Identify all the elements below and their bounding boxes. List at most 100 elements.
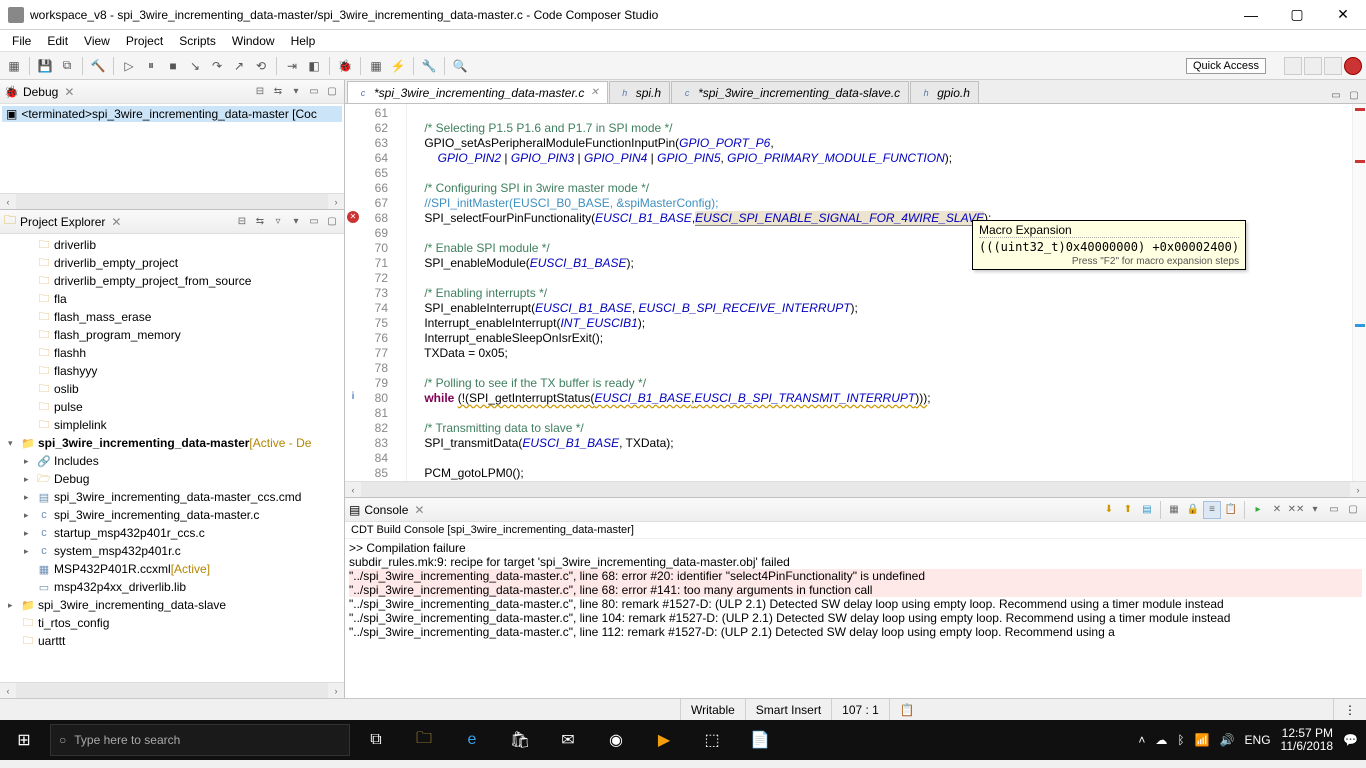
explorer-horizontal-scrollbar[interactable]: ‹ › xyxy=(0,682,344,698)
menu-view[interactable]: View xyxy=(76,32,118,50)
scroll-right-icon[interactable]: › xyxy=(328,194,344,210)
open-perspective-icon[interactable] xyxy=(1284,57,1302,75)
tree-item[interactable]: ▸cspi_3wire_incrementing_data-master.c xyxy=(0,506,344,524)
debug-icon[interactable]: 🐞 xyxy=(335,56,355,76)
ccs-edit-perspective-icon[interactable] xyxy=(1304,57,1322,75)
variables-icon[interactable]: ◧ xyxy=(304,56,324,76)
menu-help[interactable]: Help xyxy=(283,32,324,50)
word-wrap-icon[interactable]: ≡ xyxy=(1203,501,1221,519)
debug-horizontal-scrollbar[interactable]: ‹ › xyxy=(0,193,344,209)
editor-body[interactable]: 6162636465666768697071727374757677787980… xyxy=(345,104,1366,481)
filter-icon[interactable]: ▿ xyxy=(270,214,286,230)
tree-item[interactable]: ▸▤spi_3wire_incrementing_data-master_ccs… xyxy=(0,488,344,506)
status-menu-icon[interactable]: ⋮ xyxy=(1333,699,1366,720)
code-content[interactable]: /* Selecting P1.5 P1.6 and P1.7 in SPI m… xyxy=(407,104,1352,481)
energy-icon[interactable]: ⚡ xyxy=(388,56,408,76)
new-icon[interactable]: ▦ xyxy=(4,56,24,76)
minimize-button[interactable]: — xyxy=(1228,0,1274,30)
tree-item[interactable]: 🗀pulse xyxy=(0,398,344,416)
bluetooth-icon[interactable]: ᛒ xyxy=(1177,733,1184,747)
scroll-right-icon[interactable]: › xyxy=(328,683,344,698)
maximize-view-icon[interactable]: ▢ xyxy=(1344,501,1362,519)
tree-item[interactable]: 🗀uarttt xyxy=(0,632,344,650)
tab-spi-h[interactable]: hspi.h xyxy=(609,81,670,103)
wrench-icon[interactable]: 🔧 xyxy=(419,56,439,76)
tab-slave-c[interactable]: c*spi_3wire_incrementing_data-slave.c xyxy=(671,81,909,103)
maximize-button[interactable]: ▢ xyxy=(1274,0,1320,30)
tree-item[interactable]: 🗀flash_mass_erase xyxy=(0,308,344,326)
tree-item[interactable]: ▸🔗Includes xyxy=(0,452,344,470)
minimize-view-icon[interactable]: ▭ xyxy=(306,214,322,230)
scroll-right-icon[interactable]: › xyxy=(1350,482,1366,498)
collapse-all-icon[interactable]: ⊟ xyxy=(234,214,250,230)
tree-item[interactable]: 🗀driverlib_empty_project xyxy=(0,254,344,272)
error-marker[interactable] xyxy=(1355,160,1365,163)
tree-item[interactable]: ▸🗁Debug xyxy=(0,470,344,488)
build-icon[interactable]: 🔨 xyxy=(88,56,108,76)
close-button[interactable]: ✕ xyxy=(1320,0,1366,30)
tree-item[interactable]: ▸📁spi_3wire_incrementing_data-slave xyxy=(0,596,344,614)
language-indicator[interactable]: ENG xyxy=(1245,733,1271,747)
volume-icon[interactable]: 🔊 xyxy=(1220,733,1235,747)
menu-edit[interactable]: Edit xyxy=(39,32,76,50)
info-marker[interactable] xyxy=(1355,324,1365,327)
mail-icon[interactable]: ✉ xyxy=(544,720,592,760)
tree-item[interactable]: 🗀driverlib_empty_project_from_source xyxy=(0,272,344,290)
minimize-view-icon[interactable]: ▭ xyxy=(1325,501,1343,519)
overview-ruler[interactable] xyxy=(1352,104,1366,481)
tree-item[interactable]: 🗀simplelink xyxy=(0,416,344,434)
remove-launch-icon[interactable]: ✕ xyxy=(1268,501,1286,519)
search-icon[interactable]: 🔍 xyxy=(450,56,470,76)
onedrive-icon[interactable]: ☁ xyxy=(1155,733,1167,747)
remove-all-icon[interactable]: ✕✕ xyxy=(1287,501,1305,519)
maximize-view-icon[interactable]: ▢ xyxy=(324,84,340,100)
task-view-icon[interactable]: ⧉ xyxy=(352,720,400,760)
restart-icon[interactable]: ⟲ xyxy=(251,56,271,76)
taskbar-clock[interactable]: 12:57 PM 11/6/2018 xyxy=(1281,727,1334,753)
display-selected-icon[interactable]: ▤ xyxy=(1138,501,1156,519)
pause-icon[interactable]: ⏸ xyxy=(141,56,161,76)
scroll-track[interactable] xyxy=(361,482,1350,497)
editor-horizontal-scrollbar[interactable]: ‹ › xyxy=(345,481,1366,497)
close-icon[interactable]: ✕ xyxy=(64,85,74,99)
start-button[interactable]: ⊞ xyxy=(0,720,48,760)
step-over-icon[interactable]: ↷ xyxy=(207,56,227,76)
tray-up-icon[interactable]: ˄ xyxy=(1138,733,1145,747)
open-console-icon[interactable]: ▸ xyxy=(1249,501,1267,519)
scroll-track[interactable] xyxy=(16,194,328,209)
next-error-icon[interactable]: ⬆ xyxy=(1119,501,1137,519)
tab-gpio-h[interactable]: hgpio.h xyxy=(910,81,979,103)
scroll-track[interactable] xyxy=(16,683,328,698)
stop-icon[interactable]: ■ xyxy=(163,56,183,76)
menu-window[interactable]: Window xyxy=(224,32,283,50)
tree-item[interactable]: ▭msp432p4xx_driverlib.lib xyxy=(0,578,344,596)
dropdown-icon[interactable]: ▾ xyxy=(288,84,304,100)
tab-master-c[interactable]: c*spi_3wire_incrementing_data-master.c✕ xyxy=(347,81,608,103)
maximize-view-icon[interactable]: ▢ xyxy=(324,214,340,230)
maximize-editor-icon[interactable]: ▢ xyxy=(1346,87,1362,103)
edge-icon[interactable]: e xyxy=(448,720,496,760)
tree-item[interactable]: 🗀flash_program_memory xyxy=(0,326,344,344)
resume-icon[interactable]: ▷ xyxy=(119,56,139,76)
scroll-left-icon[interactable]: ‹ xyxy=(0,683,16,698)
video-icon[interactable]: ▶ xyxy=(640,720,688,760)
link-icon[interactable]: ⇆ xyxy=(270,84,286,100)
collapse-icon[interactable]: ⊟ xyxy=(252,84,268,100)
step-return-icon[interactable]: ↗ xyxy=(229,56,249,76)
debug-launch-item[interactable]: ▣ <terminated>spi_3wire_incrementing_dat… xyxy=(2,106,342,122)
close-icon[interactable]: ✕ xyxy=(590,87,598,98)
console-output[interactable]: >> Compilation failuresubdir_rules.mk:9:… xyxy=(345,539,1366,698)
minimize-view-icon[interactable]: ▭ xyxy=(306,84,322,100)
step-into-icon[interactable]: ↘ xyxy=(185,56,205,76)
line-gutter[interactable]: 6162636465666768697071727374757677787980… xyxy=(345,104,407,481)
minimize-editor-icon[interactable]: ▭ xyxy=(1328,87,1344,103)
wordpad-icon[interactable]: 📄 xyxy=(736,720,784,760)
grid-icon[interactable]: ▦ xyxy=(366,56,386,76)
tree-item[interactable]: 🗀flashyyy xyxy=(0,362,344,380)
menu-file[interactable]: File xyxy=(4,32,39,50)
prev-error-icon[interactable]: ⬇ xyxy=(1100,501,1118,519)
error-marker[interactable] xyxy=(1355,108,1365,111)
tree-item[interactable]: 🗀driverlib xyxy=(0,236,344,254)
status-build-icon[interactable]: 📋 xyxy=(889,699,925,720)
project-tree[interactable]: 🗀driverlib🗀driverlib_empty_project🗀drive… xyxy=(0,234,344,682)
